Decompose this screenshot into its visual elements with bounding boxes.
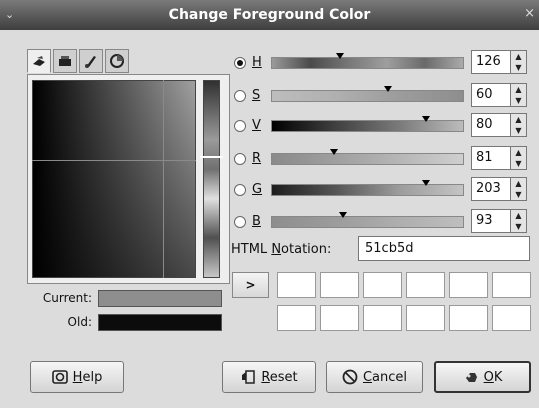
history-swatch[interactable] (449, 305, 488, 331)
tab-gimp-selector[interactable] (27, 49, 51, 73)
slider-r[interactable] (271, 149, 464, 165)
reset-button[interactable]: Reset (222, 361, 316, 393)
cmyk-selector-icon (59, 56, 71, 66)
radio-h[interactable] (234, 57, 246, 69)
slider-s[interactable] (271, 86, 464, 102)
slider-b[interactable] (271, 212, 464, 228)
spinbox-r[interactable]: 81 (471, 146, 511, 170)
slider-h[interactable] (271, 53, 464, 69)
reset-icon (242, 370, 256, 384)
spinbox-s[interactable]: 60 (471, 83, 511, 107)
window-title: Change Foreground Color (168, 7, 371, 23)
radio-b[interactable] (234, 216, 246, 228)
channel-label-v: V (252, 118, 261, 133)
help-button[interactable]: Help (30, 361, 124, 393)
add-to-history-button[interactable]: > (232, 272, 269, 298)
history-swatch[interactable] (449, 272, 488, 298)
spin-arrows-icon-r[interactable]: ▲ ▼ (511, 146, 527, 170)
tab-watercolor-selector[interactable] (79, 49, 103, 73)
old-label: Old: (67, 315, 92, 329)
history-swatch[interactable] (277, 305, 316, 331)
radio-g[interactable] (234, 184, 246, 196)
ok-hand-icon (465, 373, 477, 382)
spinbox-h[interactable]: 126 (471, 50, 511, 74)
cancel-icon (342, 369, 358, 385)
slider-marker-r[interactable] (329, 149, 338, 155)
title-bar[interactable]: ⌄ Change Foreground Color × (0, 0, 539, 30)
html-notation-input[interactable]: 51cb5d (358, 236, 530, 261)
history-swatch[interactable] (492, 305, 531, 331)
channel-label-h: H (252, 55, 262, 70)
radio-v[interactable] (234, 120, 246, 132)
spin-arrows-icon-v[interactable]: ▲ ▼ (511, 113, 527, 137)
saturation-value-square[interactable] (32, 80, 196, 278)
spinbox-g[interactable]: 203 (471, 177, 511, 201)
html-notation-label: HTML Notation: (231, 242, 332, 257)
watercolor-brush-icon (85, 56, 96, 68)
history-swatch[interactable] (320, 272, 359, 298)
slider-marker-h[interactable] (335, 53, 344, 59)
help-icon (51, 370, 68, 384)
history-swatch[interactable] (320, 305, 359, 331)
history-swatch[interactable] (406, 272, 445, 298)
history-swatch[interactable] (277, 272, 316, 298)
channel-label-b: B (252, 214, 261, 229)
spin-arrows-icon-b[interactable]: ▲ ▼ (511, 209, 527, 233)
gimp-selector-icon (33, 56, 45, 66)
slider-marker-s[interactable] (383, 86, 392, 92)
radio-r[interactable] (234, 153, 246, 165)
current-label: Current: (42, 291, 92, 305)
slider-v[interactable] (271, 116, 464, 132)
picker-crosshair-vertical (163, 80, 164, 278)
tab-cmyk-selector[interactable] (53, 49, 77, 73)
history-swatch[interactable] (492, 272, 531, 298)
ok-button[interactable]: OK (434, 361, 531, 393)
spinbox-b[interactable]: 93 (471, 209, 511, 233)
hue-strip[interactable] (203, 80, 220, 278)
current-color-swatch (98, 290, 222, 307)
radio-s[interactable] (234, 90, 246, 102)
channel-label-r: R (252, 151, 262, 166)
slider-marker-b[interactable] (339, 212, 348, 218)
slider-g[interactable] (271, 180, 464, 196)
spinbox-v[interactable]: 80 (471, 113, 511, 137)
close-icon[interactable]: × (524, 6, 535, 21)
history-swatch[interactable] (363, 305, 402, 331)
history-swatch[interactable] (406, 305, 445, 331)
spin-arrows-icon-s[interactable]: ▲ ▼ (511, 83, 527, 107)
color-wheel-icon (110, 54, 124, 68)
channel-label-s: S (252, 88, 261, 103)
slider-marker-v[interactable] (422, 116, 431, 122)
picker-crosshair-horizontal (32, 160, 196, 161)
channel-label-g: G (252, 182, 263, 197)
spin-arrows-icon-g[interactable]: ▲ ▼ (511, 177, 527, 201)
slider-marker-g[interactable] (422, 180, 431, 186)
old-color-swatch[interactable] (98, 314, 222, 331)
spin-arrows-icon-h[interactable]: ▲ ▼ (511, 50, 527, 74)
tab-wheel-selector[interactable] (105, 49, 129, 73)
cancel-button[interactable]: Cancel (326, 361, 423, 393)
history-swatch[interactable] (363, 272, 402, 298)
hue-strip-marker[interactable] (200, 156, 223, 158)
